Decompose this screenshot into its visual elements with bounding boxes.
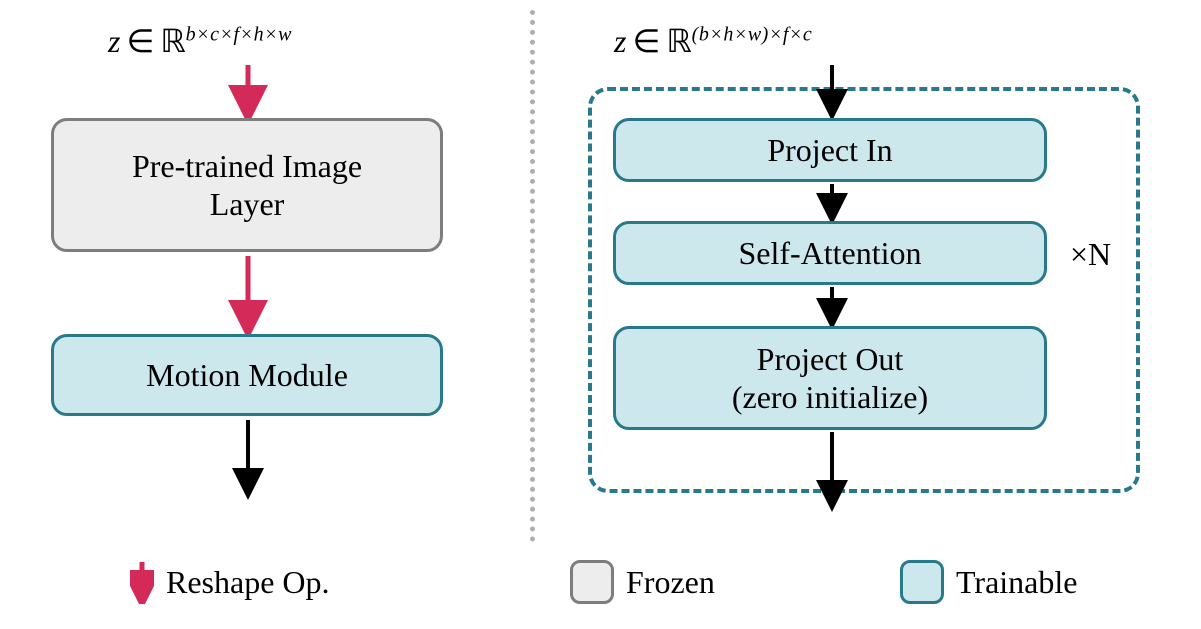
legend-trainable: Trainable <box>900 560 1077 604</box>
legend-frozen: Frozen <box>570 560 715 604</box>
black-arrow-icon <box>822 432 842 512</box>
left-formula: z∈ℝb×c×f×h×w <box>108 22 292 60</box>
trainable-swatch-icon <box>900 560 944 604</box>
red-arrow-icon <box>238 256 258 336</box>
left-panel <box>0 0 530 629</box>
black-arrow-icon <box>822 287 842 329</box>
red-arrow-icon <box>130 560 154 604</box>
legend-reshape: Reshape Op. <box>130 560 330 604</box>
panel-divider <box>530 10 535 542</box>
motion-module-block: Motion Module <box>51 334 443 416</box>
legend-frozen-label: Frozen <box>626 564 715 601</box>
legend-reshape-label: Reshape Op. <box>166 564 330 601</box>
pretrained-image-layer-block: Pre-trained ImageLayer <box>51 118 443 252</box>
black-arrow-icon <box>822 65 842 120</box>
black-arrow-icon <box>822 184 842 224</box>
legend-trainable-label: Trainable <box>956 564 1077 601</box>
xn-label: ×N <box>1070 236 1111 273</box>
right-formula: z∈ℝ(b×h×w)×f×c <box>614 22 812 60</box>
self-attention-block: Self-Attention <box>613 221 1047 285</box>
project-in-block: Project In <box>613 118 1047 182</box>
diagram-root: z∈ℝb×c×f×h×w Pre-trained ImageLayer Moti… <box>0 0 1201 629</box>
project-out-block: Project Out(zero initialize) <box>613 326 1047 430</box>
red-arrow-icon <box>238 65 258 120</box>
frozen-swatch-icon <box>570 560 614 604</box>
black-arrow-icon <box>238 420 258 500</box>
